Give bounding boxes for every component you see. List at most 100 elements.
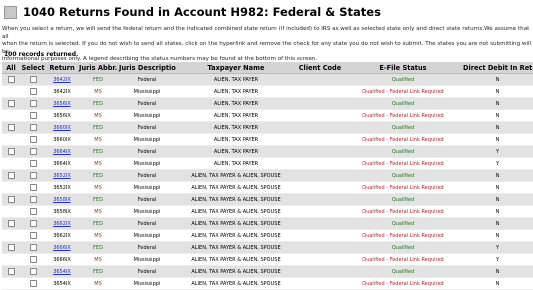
table-row[interactable]: 3658IX FED Federal ALIEN, TAX PAYER & ALIEN…: [2, 193, 533, 206]
efile-status: Qualified - Federal Link Required: [344, 253, 462, 266]
table-row[interactable]: 3666IX FED Federal ALIEN, TAX PAYER & ALIEN…: [2, 241, 533, 254]
return-cell[interactable]: 3652IX: [46, 169, 78, 182]
table-row[interactable]: 3662IX MS Mississippi ALIEN, TAX PAYER & AL…: [2, 229, 533, 242]
table-row[interactable]: 3652IX MS Mississippi ALIEN, TAX PAYER & AL…: [2, 181, 533, 194]
table-row[interactable]: 3666IX MS Mississippi ALIEN, TAX PAYER & AL…: [2, 253, 533, 266]
returns-table: All Select Return Juris Abbr. Juris Desc…: [2, 62, 533, 290]
all-cell: [2, 181, 20, 194]
col-juris-description[interactable]: Juris Description: [118, 62, 176, 74]
all-checkbox[interactable]: [7, 100, 15, 107]
table-row[interactable]: 3642IX FED Federal ALIEN, TAX PAYER Qualifie…: [2, 73, 533, 86]
juris-abbr: MS: [78, 133, 118, 146]
col-taxpayer-name[interactable]: Taxpayer Name: [176, 62, 296, 74]
select-checkbox[interactable]: [29, 196, 37, 203]
select-cell: [20, 265, 46, 278]
efile-status: Qualified: [344, 241, 462, 254]
col-efile-status[interactable]: E-File Status: [344, 62, 462, 74]
select-checkbox[interactable]: [29, 208, 37, 215]
client-code: [296, 85, 344, 98]
select-checkbox[interactable]: [29, 160, 37, 167]
table-row[interactable]: 3652IX FED Federal ALIEN, TAX PAYER & ALIEN…: [2, 169, 533, 182]
juris-abbr: MS: [78, 157, 118, 170]
return-cell[interactable]: 3664IX: [46, 145, 78, 158]
juris-abbr: FED: [78, 217, 118, 230]
juris-abbr: FED: [78, 241, 118, 254]
return-link[interactable]: 3652IX: [53, 173, 71, 179]
return-cell[interactable]: 3654IX: [46, 265, 78, 278]
col-all[interactable]: All: [2, 62, 20, 74]
select-checkbox[interactable]: [29, 76, 37, 83]
return-cell: 3656IX: [46, 109, 78, 122]
select-checkbox[interactable]: [29, 124, 37, 131]
select-checkbox[interactable]: [29, 100, 37, 107]
efile-status: Qualified: [344, 193, 462, 206]
table-row[interactable]: 3660IX MS Mississippi ALIEN, TAX PAYER Quali…: [2, 133, 533, 146]
efile-status: Qualified - Federal Link Required: [344, 229, 462, 242]
return-cell[interactable]: 3660IX: [46, 121, 78, 134]
table-row[interactable]: 3664IX FED Federal ALIEN, TAX PAYER Qualifie…: [2, 145, 533, 158]
return-cell[interactable]: 3662IX: [46, 217, 78, 230]
table-row[interactable]: 3662IX FED Federal ALIEN, TAX PAYER & ALIEN…: [2, 217, 533, 230]
juris-abbr: MS: [78, 205, 118, 218]
table-row[interactable]: 3660IX FED Federal ALIEN, TAX PAYER Qualifie…: [2, 121, 533, 134]
all-cell: [2, 229, 20, 242]
return-link[interactable]: 3656IX: [53, 101, 71, 107]
select-checkbox[interactable]: [29, 172, 37, 179]
efile-status: Qualified: [344, 121, 462, 134]
table-row[interactable]: 3656IX FED Federal ALIEN, TAX PAYER Qualifie…: [2, 97, 533, 110]
select-checkbox[interactable]: [29, 184, 37, 191]
select-checkbox[interactable]: [29, 148, 37, 155]
return-cell: 3660IX: [46, 133, 78, 146]
all-cell: [2, 85, 20, 98]
select-checkbox[interactable]: [29, 268, 37, 275]
return-cell[interactable]: 3658IX: [46, 193, 78, 206]
col-return[interactable]: Return: [46, 62, 78, 74]
return-link[interactable]: 3660IX: [53, 125, 71, 131]
select-checkbox[interactable]: [29, 280, 37, 287]
efile-status: Qualified: [344, 169, 462, 182]
all-cell: [2, 109, 20, 122]
return-link[interactable]: 3666IX: [53, 245, 71, 251]
return-link[interactable]: 3654IX: [53, 269, 71, 275]
col-client-code[interactable]: Client Code: [296, 62, 344, 74]
return-link[interactable]: 3658IX: [53, 197, 71, 203]
col-direct-debit[interactable]: Direct Debit In Return: [462, 62, 533, 74]
select-checkbox[interactable]: [29, 88, 37, 95]
all-checkbox[interactable]: [7, 244, 15, 251]
table-row[interactable]: 3656IX MS Mississippi ALIEN, TAX PAYER Quali…: [2, 109, 533, 122]
table-row[interactable]: 3658IX MS Mississippi ALIEN, TAX PAYER & AL…: [2, 205, 533, 218]
client-code: [296, 73, 344, 86]
all-checkbox[interactable]: [7, 148, 15, 155]
select-checkbox[interactable]: [29, 220, 37, 227]
all-checkbox[interactable]: [7, 76, 15, 83]
table-row[interactable]: 3654IX FED Federal ALIEN, TAX PAYER & ALIEN…: [2, 265, 533, 278]
select-checkbox[interactable]: [29, 112, 37, 119]
return-link[interactable]: 3662IX: [53, 221, 71, 227]
select-checkbox[interactable]: [29, 136, 37, 143]
table-row[interactable]: 3664IX MS Mississippi ALIEN, TAX PAYER Quali…: [2, 157, 533, 170]
all-checkbox[interactable]: [7, 220, 15, 227]
select-cell: [20, 217, 46, 230]
all-checkbox[interactable]: [7, 124, 15, 131]
col-juris-abbr[interactable]: Juris Abbr.: [78, 62, 118, 74]
all-cell: [2, 241, 20, 254]
return-cell[interactable]: 3666IX: [46, 241, 78, 254]
all-cell: [2, 145, 20, 158]
select-checkbox[interactable]: [29, 232, 37, 239]
return-cell[interactable]: 3642IX: [46, 73, 78, 86]
return-link[interactable]: 3642IX: [53, 77, 71, 83]
col-select[interactable]: Select: [20, 62, 46, 74]
select-checkbox[interactable]: [29, 244, 37, 251]
all-checkbox[interactable]: [7, 268, 15, 275]
table-row[interactable]: 3654IX MS Mississippi ALIEN, TAX PAYER & AL…: [2, 277, 533, 290]
select-checkbox[interactable]: [29, 256, 37, 263]
table-row[interactable]: 3642IX MS Mississippi ALIEN, TAX PAYER Quali…: [2, 85, 533, 98]
return-link[interactable]: 3664IX: [53, 149, 71, 155]
direct-debit: N: [462, 229, 533, 242]
taxpayer-name: ALIEN, TAX PAYER: [176, 109, 296, 122]
return-cell[interactable]: 3656IX: [46, 97, 78, 110]
all-checkbox[interactable]: [7, 196, 15, 203]
all-checkbox[interactable]: [7, 172, 15, 179]
client-code: [296, 217, 344, 230]
all-cell: [2, 265, 20, 278]
